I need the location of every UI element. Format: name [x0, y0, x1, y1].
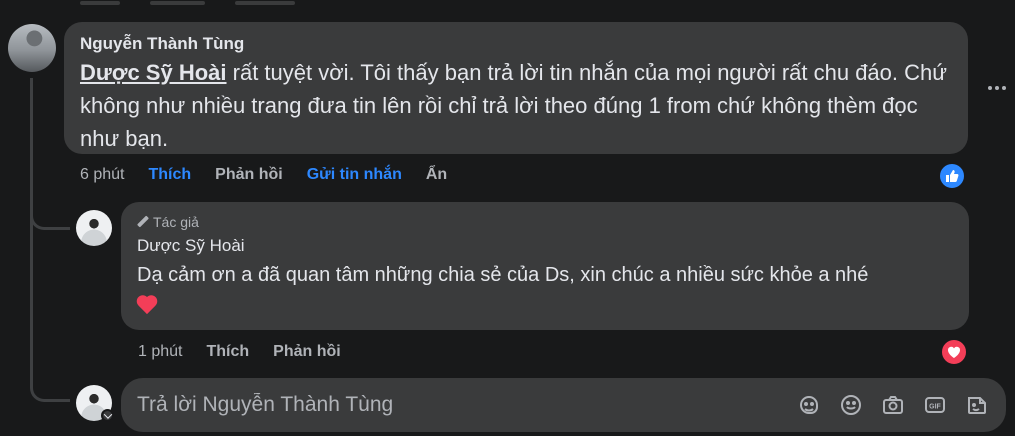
like-button[interactable]: Thích: [148, 166, 191, 184]
reply-actions: 1 phút Thích Phản hồi: [138, 343, 341, 361]
reply-composer[interactable]: GIF: [121, 378, 1006, 432]
reply-text: Dạ cảm ơn a đã quan tâm những chia sẻ củ…: [137, 264, 869, 286]
gif-icon[interactable]: GIF: [920, 390, 950, 420]
like-button[interactable]: Thích: [206, 343, 249, 361]
comment-thread: Nguyễn Thành Tùng Dược Sỹ Hoài rất tuyệt…: [0, 0, 1015, 436]
reply-button[interactable]: Phản hồi: [215, 166, 283, 184]
emoji-icon[interactable]: [836, 390, 866, 420]
thread-line: [30, 78, 33, 388]
commenter-name[interactable]: Nguyễn Thành Tùng: [80, 34, 952, 54]
previous-comment-actions: [80, 0, 420, 6]
like-icon[interactable]: [938, 162, 966, 190]
reply-time[interactable]: 1 phút: [138, 343, 182, 361]
comment-text: Dược Sỹ Hoài rất tuyệt vời. Tôi thấy bạn…: [80, 56, 952, 155]
chevron-down-icon[interactable]: [101, 409, 114, 422]
reply-button[interactable]: Phản hồi: [273, 343, 341, 361]
send-message-button[interactable]: Gửi tin nhắn: [307, 166, 402, 184]
sticker-face-icon[interactable]: [962, 390, 992, 420]
pencil-icon: [137, 216, 149, 228]
author-avatar[interactable]: [76, 210, 112, 246]
author-badge-label: Tác giả: [153, 214, 199, 230]
mention-link[interactable]: Dược Sỹ Hoài: [80, 60, 227, 85]
svg-text:GIF: GIF: [929, 404, 941, 411]
camera-icon[interactable]: [878, 390, 908, 420]
thread-branch: [30, 212, 70, 230]
author-name[interactable]: Dược Sỹ Hoài: [137, 236, 953, 256]
love-icon[interactable]: [940, 338, 968, 366]
comment-time[interactable]: 6 phút: [80, 166, 124, 184]
reply-bubble: Tác giả Dược Sỹ Hoài Dạ cảm ơn a đã quan…: [121, 202, 969, 330]
composer-tools: GIF: [794, 390, 992, 420]
more-options-icon[interactable]: [984, 78, 1010, 98]
comment-bubble: Nguyễn Thành Tùng Dược Sỹ Hoài rất tuyệt…: [64, 22, 968, 154]
hide-button[interactable]: Ẩn: [426, 166, 447, 184]
heart-emoji-icon: [137, 294, 159, 316]
sticker-icon[interactable]: [794, 390, 824, 420]
thread-branch: [30, 384, 70, 402]
commenter-avatar[interactable]: [8, 24, 56, 72]
author-badge: Tác giả: [137, 214, 953, 230]
reply-input[interactable]: [137, 393, 794, 417]
comment-actions: 6 phút Thích Phản hồi Gửi tin nhắn Ẩn: [80, 166, 447, 184]
